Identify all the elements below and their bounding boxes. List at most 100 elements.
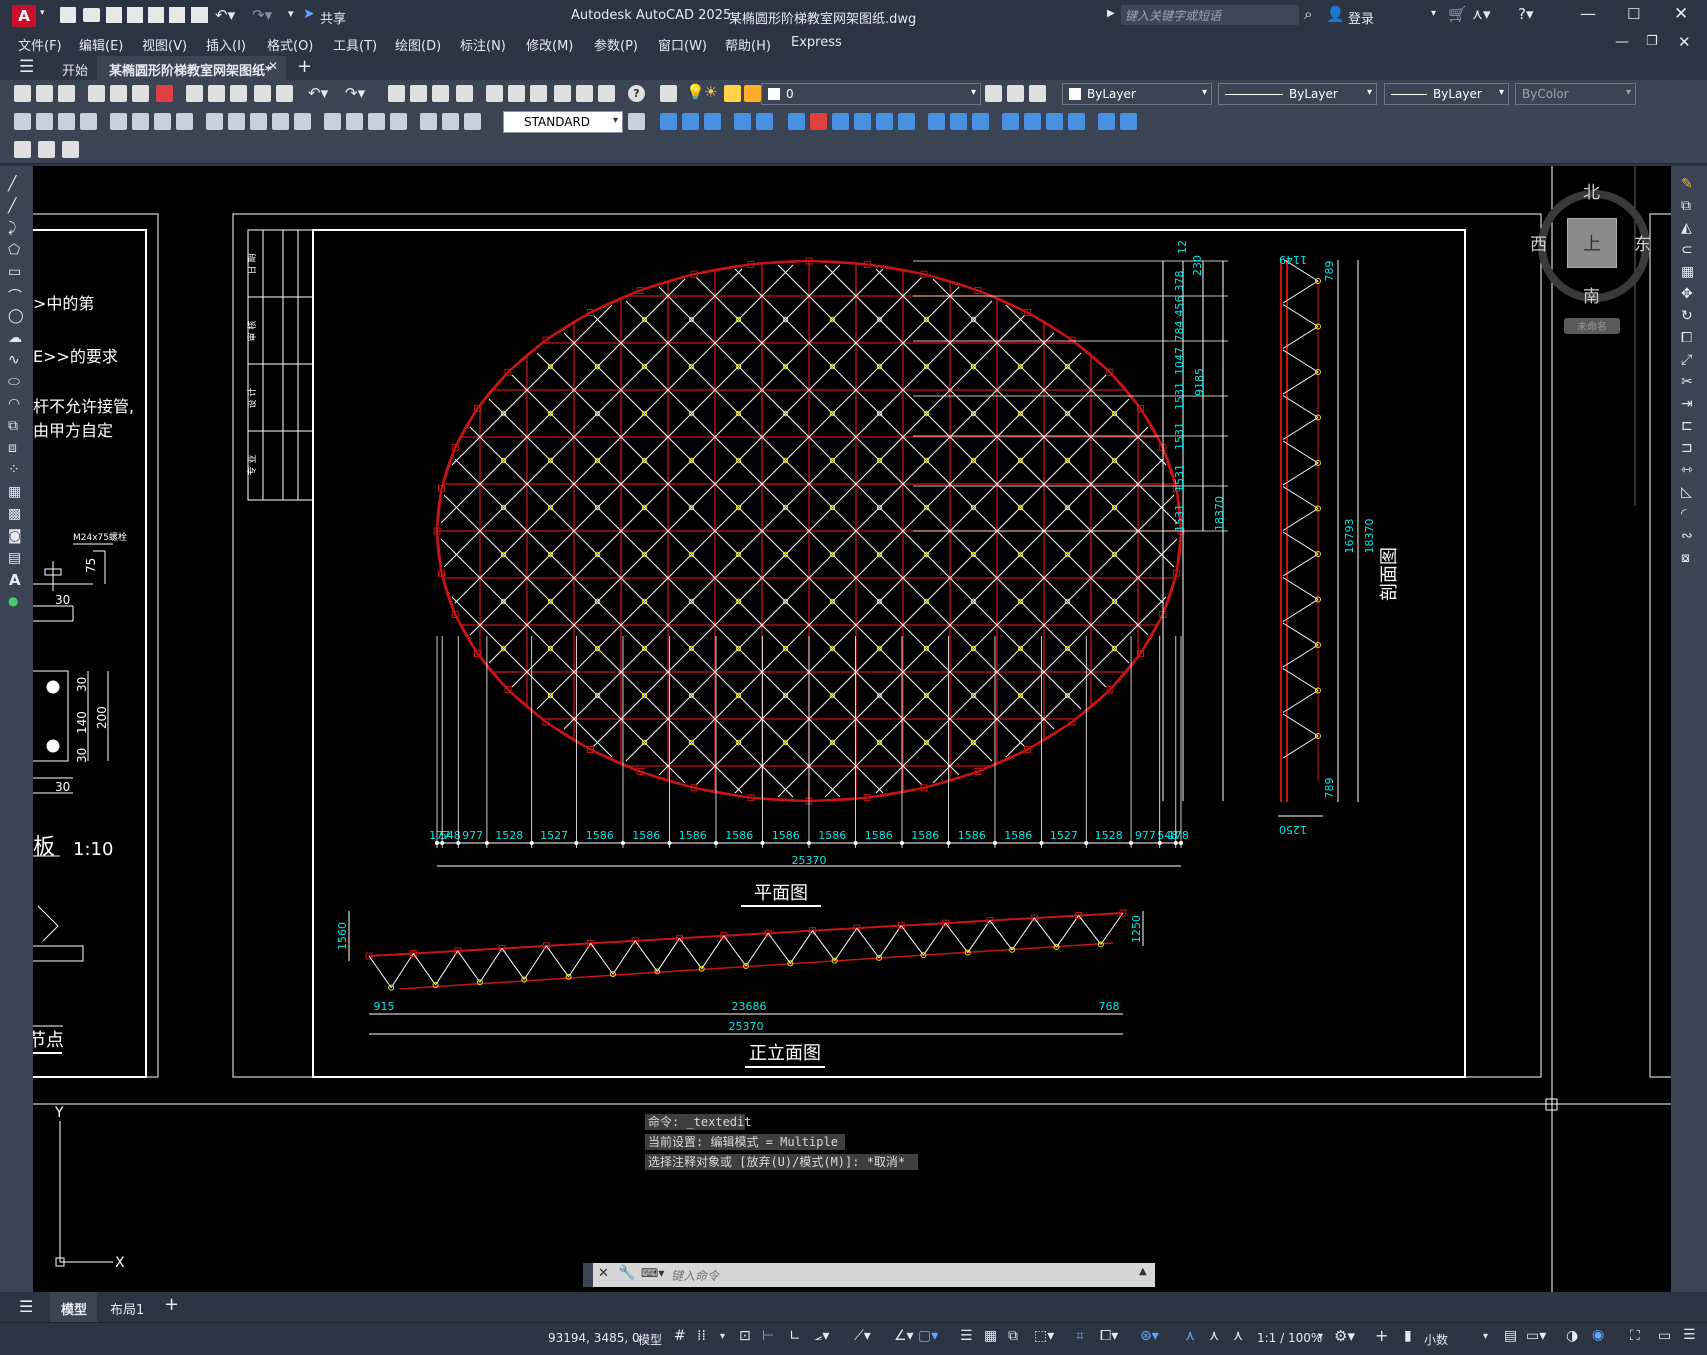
- mirror-icon[interactable]: ◭: [1681, 220, 1692, 236]
- workspace-gear-icon[interactable]: ⚙▾: [1334, 1327, 1355, 1345]
- menu-modify[interactable]: 修改(M): [526, 35, 573, 54]
- dim-radius-icon[interactable]: [110, 113, 127, 130]
- menu-insert[interactable]: 插入(I): [206, 35, 246, 54]
- snap-chevron-icon[interactable]: ▾: [720, 1331, 725, 1342]
- dim-baseline-icon[interactable]: [228, 113, 245, 130]
- help-toolbar-icon[interactable]: ?: [628, 85, 645, 102]
- orbit-icon[interactable]: [1120, 113, 1137, 130]
- menu-format[interactable]: 格式(O): [267, 35, 313, 54]
- dimstyle-manager-icon[interactable]: [628, 113, 645, 130]
- menu-dimension[interactable]: 标注(N): [460, 35, 506, 54]
- add-selected-icon[interactable]: ●: [8, 594, 18, 608]
- layer-freeze-icon[interactable]: ☀: [704, 83, 717, 101]
- login-label[interactable]: 登录: [1348, 8, 1374, 27]
- undo-icon[interactable]: ↶▾: [215, 6, 235, 24]
- app-logo-icon[interactable]: A: [12, 5, 36, 27]
- isodraft-icon[interactable]: ⟋▾: [854, 1328, 871, 1344]
- design-center-icon[interactable]: [508, 85, 525, 102]
- ucs-x-icon[interactable]: [876, 113, 893, 130]
- ucs-face-icon[interactable]: [734, 113, 751, 130]
- jogged-linear-icon[interactable]: [390, 113, 407, 130]
- ellipse-icon[interactable]: ⬭: [8, 374, 20, 390]
- menu-help[interactable]: 帮助(H): [725, 35, 771, 54]
- walk-icon[interactable]: [1068, 113, 1085, 130]
- dim-jogged-icon[interactable]: [132, 113, 149, 130]
- maximize-button[interactable]: ☐: [1627, 5, 1640, 23]
- clean-screen-icon[interactable]: ⛶: [1630, 1328, 1640, 1344]
- menu-window[interactable]: 窗口(W): [658, 35, 707, 54]
- app-menu-chevron-icon[interactable]: ▾: [40, 8, 45, 18]
- lineweight-display-icon[interactable]: ☰: [960, 1328, 973, 1344]
- ucs-apply-icon[interactable]: [950, 113, 967, 130]
- layer-properties-icon[interactable]: [660, 85, 677, 102]
- autodesk-a360-icon[interactable]: ⋏▾: [1472, 5, 1491, 23]
- construction-line-icon[interactable]: ╱: [8, 198, 16, 214]
- viewcube-west[interactable]: 西: [1530, 230, 1547, 255]
- stretch-icon[interactable]: ⤢: [1681, 352, 1692, 368]
- dynamic-input-icon[interactable]: ⊢: [762, 1328, 774, 1344]
- view-3d-icon[interactable]: [1024, 113, 1041, 130]
- tab-start[interactable]: 开始: [52, 56, 97, 80]
- save-as-icon[interactable]: [127, 7, 143, 23]
- menu-tools[interactable]: 工具(T): [333, 35, 377, 54]
- open-folder-icon[interactable]: [83, 8, 100, 22]
- auto-scale-icon[interactable]: ⋏: [1209, 1328, 1219, 1344]
- menu-view[interactable]: 视图(V): [142, 35, 187, 54]
- block-editor-icon[interactable]: [276, 85, 293, 102]
- ucs-z-icon[interactable]: [928, 113, 945, 130]
- ucs-zaxis-icon[interactable]: [832, 113, 849, 130]
- color-dropdown[interactable]: ByLayer ▾: [1062, 83, 1212, 105]
- status-menu-icon[interactable]: ☰: [1683, 1327, 1696, 1343]
- dim-edit-icon[interactable]: [420, 113, 437, 130]
- minimize-button[interactable]: —: [1580, 4, 1596, 23]
- circle-icon[interactable]: ◯: [8, 308, 24, 324]
- scale-chevron-icon[interactable]: ▾: [1318, 1331, 1323, 1342]
- lineweight-dropdown[interactable]: ByLayer ▾: [1384, 83, 1509, 105]
- plot-icon[interactable]: [169, 7, 185, 23]
- annotation-monitor-icon[interactable]: +: [1375, 1326, 1388, 1345]
- search-input[interactable]: 键入关键字或短语: [1121, 5, 1299, 25]
- ucs-3point-icon[interactable]: [854, 113, 871, 130]
- publish-toolbar-icon[interactable]: [132, 85, 149, 102]
- tab-model[interactable]: 模型: [50, 1292, 97, 1322]
- menu-file[interactable]: 文件(F): [18, 35, 62, 54]
- plotstyle-dropdown[interactable]: ByColor ▾: [1515, 83, 1636, 105]
- zoom-realtime-icon[interactable]: [410, 85, 427, 102]
- close-button[interactable]: ✕: [1674, 4, 1688, 24]
- ucs-object-icon[interactable]: [756, 113, 773, 130]
- tab-active-drawing[interactable]: 某椭圆形阶梯教室网架图纸* ✕: [97, 56, 286, 80]
- layer-dropdown[interactable]: 0 ▾: [761, 83, 981, 105]
- zoom-previous-icon[interactable]: [456, 85, 473, 102]
- blend-icon[interactable]: ∾: [1681, 528, 1693, 544]
- help-icon[interactable]: ?▾: [1518, 5, 1534, 23]
- model-space-toggle[interactable]: 模型: [638, 1331, 662, 1348]
- hardware-accel-icon[interactable]: ◉: [1592, 1327, 1604, 1343]
- make-layer-current-icon[interactable]: [985, 85, 1002, 102]
- selection-cycling-icon[interactable]: ⧉: [1008, 1328, 1018, 1344]
- ellipse-arc-icon[interactable]: ◠: [8, 396, 20, 412]
- polar-icon[interactable]: ⦟▾: [814, 1328, 829, 1344]
- rotate-icon[interactable]: ↻: [1681, 308, 1693, 324]
- command-prompt-icon[interactable]: ⌨▾: [641, 1266, 664, 1280]
- break-icon[interactable]: ⊐: [1681, 440, 1693, 456]
- doc-close-button[interactable]: ✕: [1678, 33, 1691, 51]
- units-icon[interactable]: ▮: [1404, 1328, 1412, 1344]
- transparency-icon[interactable]: ▦: [984, 1328, 997, 1344]
- grid-icon[interactable]: #: [674, 1328, 686, 1344]
- dim-diameter-icon[interactable]: [154, 113, 171, 130]
- cut-icon[interactable]: [186, 85, 203, 102]
- menu-parametric[interactable]: 参数(P): [594, 35, 638, 54]
- ucs-view-icon[interactable]: [788, 113, 805, 130]
- named-ucs-icon[interactable]: [972, 113, 989, 130]
- attach-xref-icon[interactable]: [38, 141, 55, 158]
- markup-icon[interactable]: [576, 85, 593, 102]
- inspect-icon[interactable]: [368, 113, 385, 130]
- hatch-icon[interactable]: ▦: [8, 484, 21, 500]
- dim-text-edit-icon[interactable]: [442, 113, 459, 130]
- layer-state-icon[interactable]: [1029, 85, 1046, 102]
- customization-icon[interactable]: ▭: [1658, 1328, 1671, 1344]
- join-icon[interactable]: ⇿: [1681, 462, 1693, 478]
- quick-dim-icon[interactable]: [206, 113, 223, 130]
- dimstyle-dropdown[interactable]: STANDARD ▾: [503, 111, 623, 133]
- ucs-world-icon[interactable]: [682, 113, 699, 130]
